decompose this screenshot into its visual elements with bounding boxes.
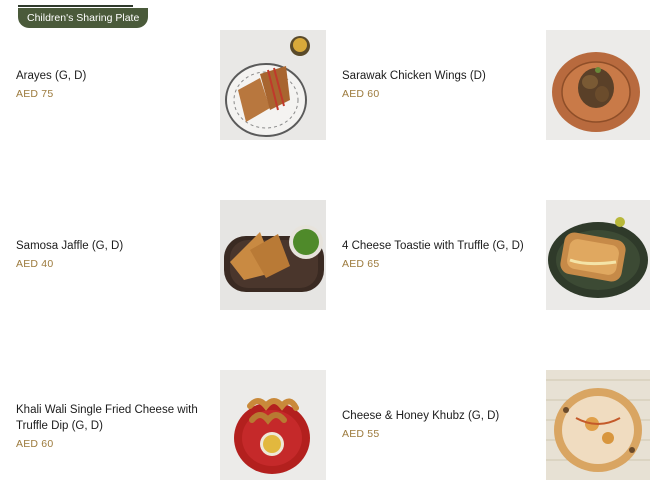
item-price: AED 60 — [16, 438, 54, 450]
cheese-toastie-photo — [546, 200, 650, 310]
item-name: 4 Cheese Toastie with Truffle (G, D) — [342, 240, 524, 252]
item-name: Sarawak Chicken Wings (D) — [342, 70, 486, 82]
chicken-wings-photo — [546, 30, 650, 140]
menu-item-arayes[interactable]: Arayes (G, D) AED 75 — [16, 30, 326, 142]
item-name: Arayes (G, D) — [16, 70, 87, 82]
item-price: AED 65 — [342, 258, 380, 270]
item-price: AED 60 — [342, 88, 380, 100]
menu-item-samosa-jaffle[interactable]: Samosa Jaffle (G, D) AED 40 — [16, 200, 326, 312]
menu-item-sarawak-chicken-wings[interactable]: Sarawak Chicken Wings (D) AED 60 — [342, 30, 650, 142]
item-price: AED 40 — [16, 258, 54, 270]
item-price: AED 75 — [16, 88, 54, 100]
section-top-rule — [18, 5, 133, 7]
section-tab-childrens-sharing-plate[interactable]: Children's Sharing Plate — [18, 8, 149, 28]
item-price: AED 55 — [342, 428, 380, 440]
menu-item-khali-wali-fried-cheese[interactable]: Khali Wali Single Fried Cheese with Truf… — [16, 370, 326, 482]
khubz-photo — [546, 370, 650, 480]
menu-item-4-cheese-toastie[interactable]: 4 Cheese Toastie with Truffle (G, D) AED… — [342, 200, 650, 312]
item-name: Cheese & Honey Khubz (G, D) — [342, 410, 500, 422]
menu-item-cheese-honey-khubz[interactable]: Cheese & Honey Khubz (G, D) AED 55 — [342, 370, 650, 482]
arayes-photo — [220, 30, 326, 140]
fried-cheese-photo — [220, 370, 326, 480]
samosa-jaffle-photo — [220, 200, 326, 310]
item-name: Khali Wali Single Fried Cheese with Truf… — [16, 404, 198, 432]
item-name: Samosa Jaffle (G, D) — [16, 240, 124, 252]
